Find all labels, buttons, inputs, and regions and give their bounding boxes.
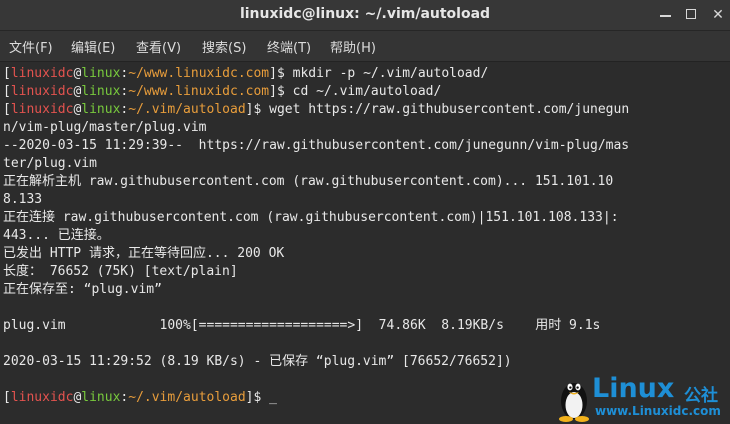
prompt-host: linux xyxy=(81,66,121,81)
prompt-punctuation: ]$ xyxy=(245,102,270,117)
output-line: 长度： 76652 (75K) [text/plain] xyxy=(3,264,238,279)
close-icon: ✕ xyxy=(712,7,724,23)
output-line: 正在解析主机 raw.githubusercontent.com (raw.gi… xyxy=(3,174,614,189)
minimize-icon xyxy=(660,15,671,17)
maximize-icon xyxy=(686,9,696,19)
prompt-punctuation: [ xyxy=(3,390,11,405)
prompt-host: linux xyxy=(81,84,121,99)
prompt-line: [linuxidc@linux:~/www.linuxidc.com]$ cd … xyxy=(3,83,441,101)
prompt-user: linuxidc xyxy=(10,66,74,81)
prompt-user: linuxidc xyxy=(10,390,74,405)
prompt-command: wget https://raw.githubusercontent.com/j… xyxy=(269,102,630,117)
prompt-host: linux xyxy=(81,102,121,117)
window-title: linuxidc@linux: ~/.vim/autoload xyxy=(239,6,491,22)
brand-url: www.Linuxidc.com xyxy=(595,404,721,418)
tux-penguin-icon xyxy=(559,383,589,422)
menu-file[interactable]: 文件(F) xyxy=(9,37,53,56)
menu-edit[interactable]: 编辑(E) xyxy=(71,37,115,56)
prompt-command: _ xyxy=(269,390,277,405)
output-line: n/vim-plug/master/plug.vim xyxy=(3,120,207,135)
prompt-line: [linuxidc@linux:~/.vim/autoload]$ _ xyxy=(3,389,277,407)
terminal-output[interactable]: [linuxidc@linux:~/www.linuxidc.com]$ mkd… xyxy=(0,62,730,424)
prompt-punctuation: [ xyxy=(3,84,11,99)
linuxidc-watermark: Linux 公社 www.Linuxidc.com xyxy=(556,373,730,424)
prompt-punctuation: ]$ xyxy=(245,390,270,405)
prompt-path: ~/www.linuxidc.com xyxy=(128,66,270,81)
menu-help[interactable]: 帮助(H) xyxy=(330,37,376,56)
output-line: plug.vim 100%[===================>] 74.8… xyxy=(3,318,601,333)
prompt-path: ~/www.linuxidc.com xyxy=(128,84,270,99)
prompt-command: cd ~/.vim/autoload/ xyxy=(292,84,442,99)
title-bar[interactable]: linuxidc@linux: ~/.vim/autoload ✕ xyxy=(0,0,730,31)
output-line: 2020-03-15 11:29:52 (8.19 KB/s) - 已保存 “p… xyxy=(3,354,512,369)
output-line: 正在保存至: “plug.vim” xyxy=(3,282,162,297)
brand-name-cn: 公社 xyxy=(684,386,718,406)
prompt-user: linuxidc xyxy=(10,84,74,99)
prompt-host: linux xyxy=(81,390,121,405)
prompt-punctuation: ]$ xyxy=(269,66,293,81)
prompt-command: mkdir -p ~/.vim/autoload/ xyxy=(292,66,489,81)
maximize-button[interactable] xyxy=(680,3,704,27)
prompt-path: ~/.vim/autoload xyxy=(128,102,246,117)
output-line: --2020-03-15 11:29:39-- https://raw.gith… xyxy=(3,138,630,153)
output-line: 443... 已连接。 xyxy=(3,228,110,243)
minimize-button[interactable] xyxy=(654,3,678,27)
menu-search[interactable]: 搜索(S) xyxy=(202,37,246,56)
output-line: 正在连接 raw.githubusercontent.com (raw.gith… xyxy=(3,210,619,225)
terminal-window: linuxidc@linux: ~/.vim/autoload ✕ 文件(F) … xyxy=(0,0,730,424)
prompt-user: linuxidc xyxy=(10,102,74,117)
prompt-line: [linuxidc@linux:~/www.linuxidc.com]$ mkd… xyxy=(3,65,488,83)
menu-bar: 文件(F) 编辑(E) 查看(V) 搜索(S) 终端(T) 帮助(H) xyxy=(0,31,730,62)
output-line: ter/plug.vim xyxy=(3,156,97,171)
output-line: 8.133 xyxy=(3,192,43,207)
output-line: 已发出 HTTP 请求，正在等待回应... 200 OK xyxy=(3,246,285,261)
brand-name: Linux xyxy=(592,373,675,404)
prompt-punctuation: [ xyxy=(3,102,11,117)
prompt-line: [linuxidc@linux:~/.vim/autoload]$ wget h… xyxy=(3,101,629,119)
prompt-punctuation: ]$ xyxy=(269,84,293,99)
prompt-path: ~/.vim/autoload xyxy=(128,390,246,405)
menu-terminal[interactable]: 终端(T) xyxy=(267,37,311,56)
prompt-punctuation: [ xyxy=(3,66,11,81)
close-button[interactable]: ✕ xyxy=(706,3,730,27)
menu-view[interactable]: 查看(V) xyxy=(136,37,181,56)
